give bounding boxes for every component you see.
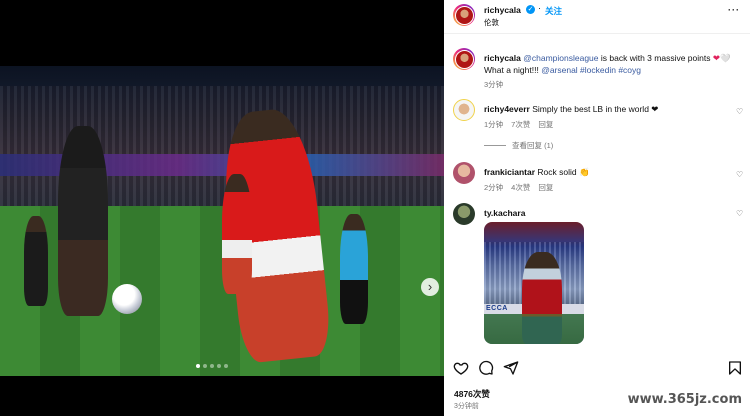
likes-count[interactable]: 4876次赞 xyxy=(454,388,490,400)
embed-pitch xyxy=(484,314,584,344)
comment-likes[interactable]: 7次赞 xyxy=(511,119,530,130)
comment-avatar[interactable] xyxy=(453,162,475,184)
referee xyxy=(340,214,368,324)
share-send-icon[interactable] xyxy=(503,360,519,376)
post-actions-bar xyxy=(444,356,750,380)
location-label[interactable]: 伦敦 xyxy=(484,17,499,28)
player-arsenal-background xyxy=(222,174,252,294)
comment-meta: 2分钟 4次赞 回复 xyxy=(484,182,553,193)
carousel-dot xyxy=(224,364,228,368)
comment-username[interactable]: frankiciantar xyxy=(484,167,535,177)
comment-likes[interactable]: 4次赞 xyxy=(511,182,530,193)
heart-icon[interactable]: ♡ xyxy=(736,107,743,116)
like-heart-icon[interactable] xyxy=(453,360,469,376)
post-media: › xyxy=(0,0,444,416)
carousel-dot xyxy=(217,364,221,368)
caption-avatar[interactable] xyxy=(453,48,475,70)
post-photo[interactable]: › xyxy=(0,66,444,376)
avatar[interactable] xyxy=(453,4,475,26)
comment-time: 1分钟 xyxy=(484,120,504,129)
comment-avatar[interactable] xyxy=(453,99,475,121)
comment-body: Simply the best LB in the world ❤ xyxy=(532,104,659,114)
caption-line2: What a night!!! xyxy=(484,65,539,75)
caption-mention-link[interactable]: @championsleague xyxy=(523,53,598,63)
carousel-dots xyxy=(196,364,228,368)
carousel-next-button[interactable]: › xyxy=(421,278,439,296)
post-header: richycala ✓ · 关注 伦敦 ··· xyxy=(444,0,750,34)
caption-text: richycala @championsleague is back with … xyxy=(484,52,746,76)
caption-tags[interactable]: @arsenal #lockedin #coyg xyxy=(541,65,641,75)
carousel-dot xyxy=(196,364,200,368)
caption-line1: is back with 3 massive points xyxy=(600,53,711,63)
reply-button[interactable]: 回复 xyxy=(538,119,553,130)
header-username[interactable]: richycala xyxy=(484,5,521,15)
replies-divider xyxy=(484,145,506,146)
view-replies-link[interactable]: 查看回复 (1) xyxy=(484,140,553,151)
heart-icon[interactable]: ♡ xyxy=(736,170,743,179)
comment-body: Rock solid 👏 xyxy=(537,167,590,177)
header-dot-separator: · xyxy=(538,3,541,13)
caption-time: 3分钟 xyxy=(484,80,504,89)
verified-badge-icon: ✓ xyxy=(526,5,535,14)
comment-text: frankiciantar Rock solid 👏 xyxy=(484,166,734,178)
post-side-panel: richycala ✓ · 关注 伦敦 ··· richycala @champ… xyxy=(444,0,750,416)
comment-embedded-image[interactable]: ECCA xyxy=(484,222,584,344)
heart-icon[interactable]: ♡ xyxy=(736,209,743,218)
bookmark-icon[interactable] xyxy=(727,360,743,376)
comment-username[interactable]: richy4everr xyxy=(484,104,530,114)
more-options-icon[interactable]: ··· xyxy=(728,5,740,15)
football xyxy=(112,284,142,314)
reply-button[interactable]: 回复 xyxy=(538,182,553,193)
player-bayern-left xyxy=(58,126,108,316)
watermark: www.365jz.com xyxy=(627,392,742,407)
comment-meta: 1分钟 7次赞 回复 xyxy=(484,119,553,130)
caption-emoji: ❤🤍 xyxy=(712,53,731,63)
comment-text: richy4everr Simply the best LB in the wo… xyxy=(484,103,734,115)
comment-time: 2分钟 xyxy=(484,183,504,192)
carousel-dot xyxy=(210,364,214,368)
player-far-left xyxy=(24,216,48,306)
caption-username[interactable]: richycala xyxy=(484,53,521,63)
follow-button[interactable]: 关注 xyxy=(545,5,562,17)
carousel-dot xyxy=(203,364,207,368)
comment-username[interactable]: ty.kachara xyxy=(484,208,525,218)
view-replies-label: 查看回复 (1) xyxy=(512,141,554,150)
post-timestamp: 3分钟前 xyxy=(454,403,479,410)
comment-avatar[interactable] xyxy=(453,203,475,225)
comment-bubble-icon[interactable] xyxy=(478,360,494,376)
